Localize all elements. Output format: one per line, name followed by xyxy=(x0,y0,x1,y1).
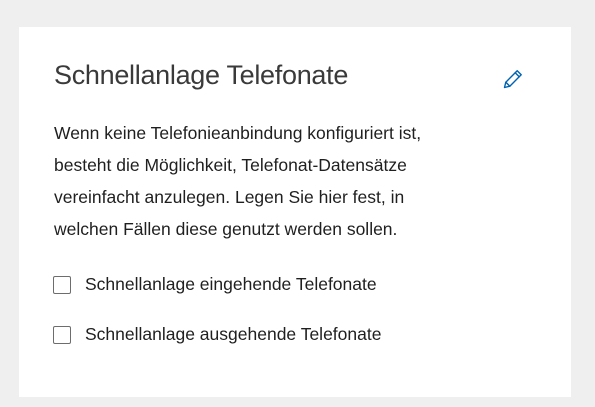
section-description: Wenn keine Telefonieanbindung konfigurie… xyxy=(54,117,559,245)
outgoing-calls-checkbox[interactable] xyxy=(53,325,71,344)
outgoing-calls-option[interactable]: Schnellanlage ausgehende Telefonate xyxy=(53,324,381,345)
settings-card: Schnellanlage Telefonate Wenn keine Tele… xyxy=(19,27,571,397)
pencil-icon xyxy=(501,67,525,96)
description-line: besteht die Möglichkeit, Telefonat-Daten… xyxy=(54,155,407,175)
incoming-calls-option[interactable]: Schnellanlage eingehende Telefonate xyxy=(53,274,377,295)
outgoing-calls-label[interactable]: Schnellanlage ausgehende Telefonate xyxy=(85,324,381,345)
description-line: welchen Fällen diese genutzt werden soll… xyxy=(54,219,398,239)
description-line: Wenn keine Telefonieanbindung konfigurie… xyxy=(54,123,422,143)
description-line: vereinfacht anzulegen. Legen Sie hier fe… xyxy=(54,187,405,207)
edit-button[interactable] xyxy=(497,65,529,97)
incoming-calls-checkbox[interactable] xyxy=(53,275,71,294)
incoming-calls-label[interactable]: Schnellanlage eingehende Telefonate xyxy=(85,274,377,295)
section-title: Schnellanlage Telefonate xyxy=(54,60,349,90)
